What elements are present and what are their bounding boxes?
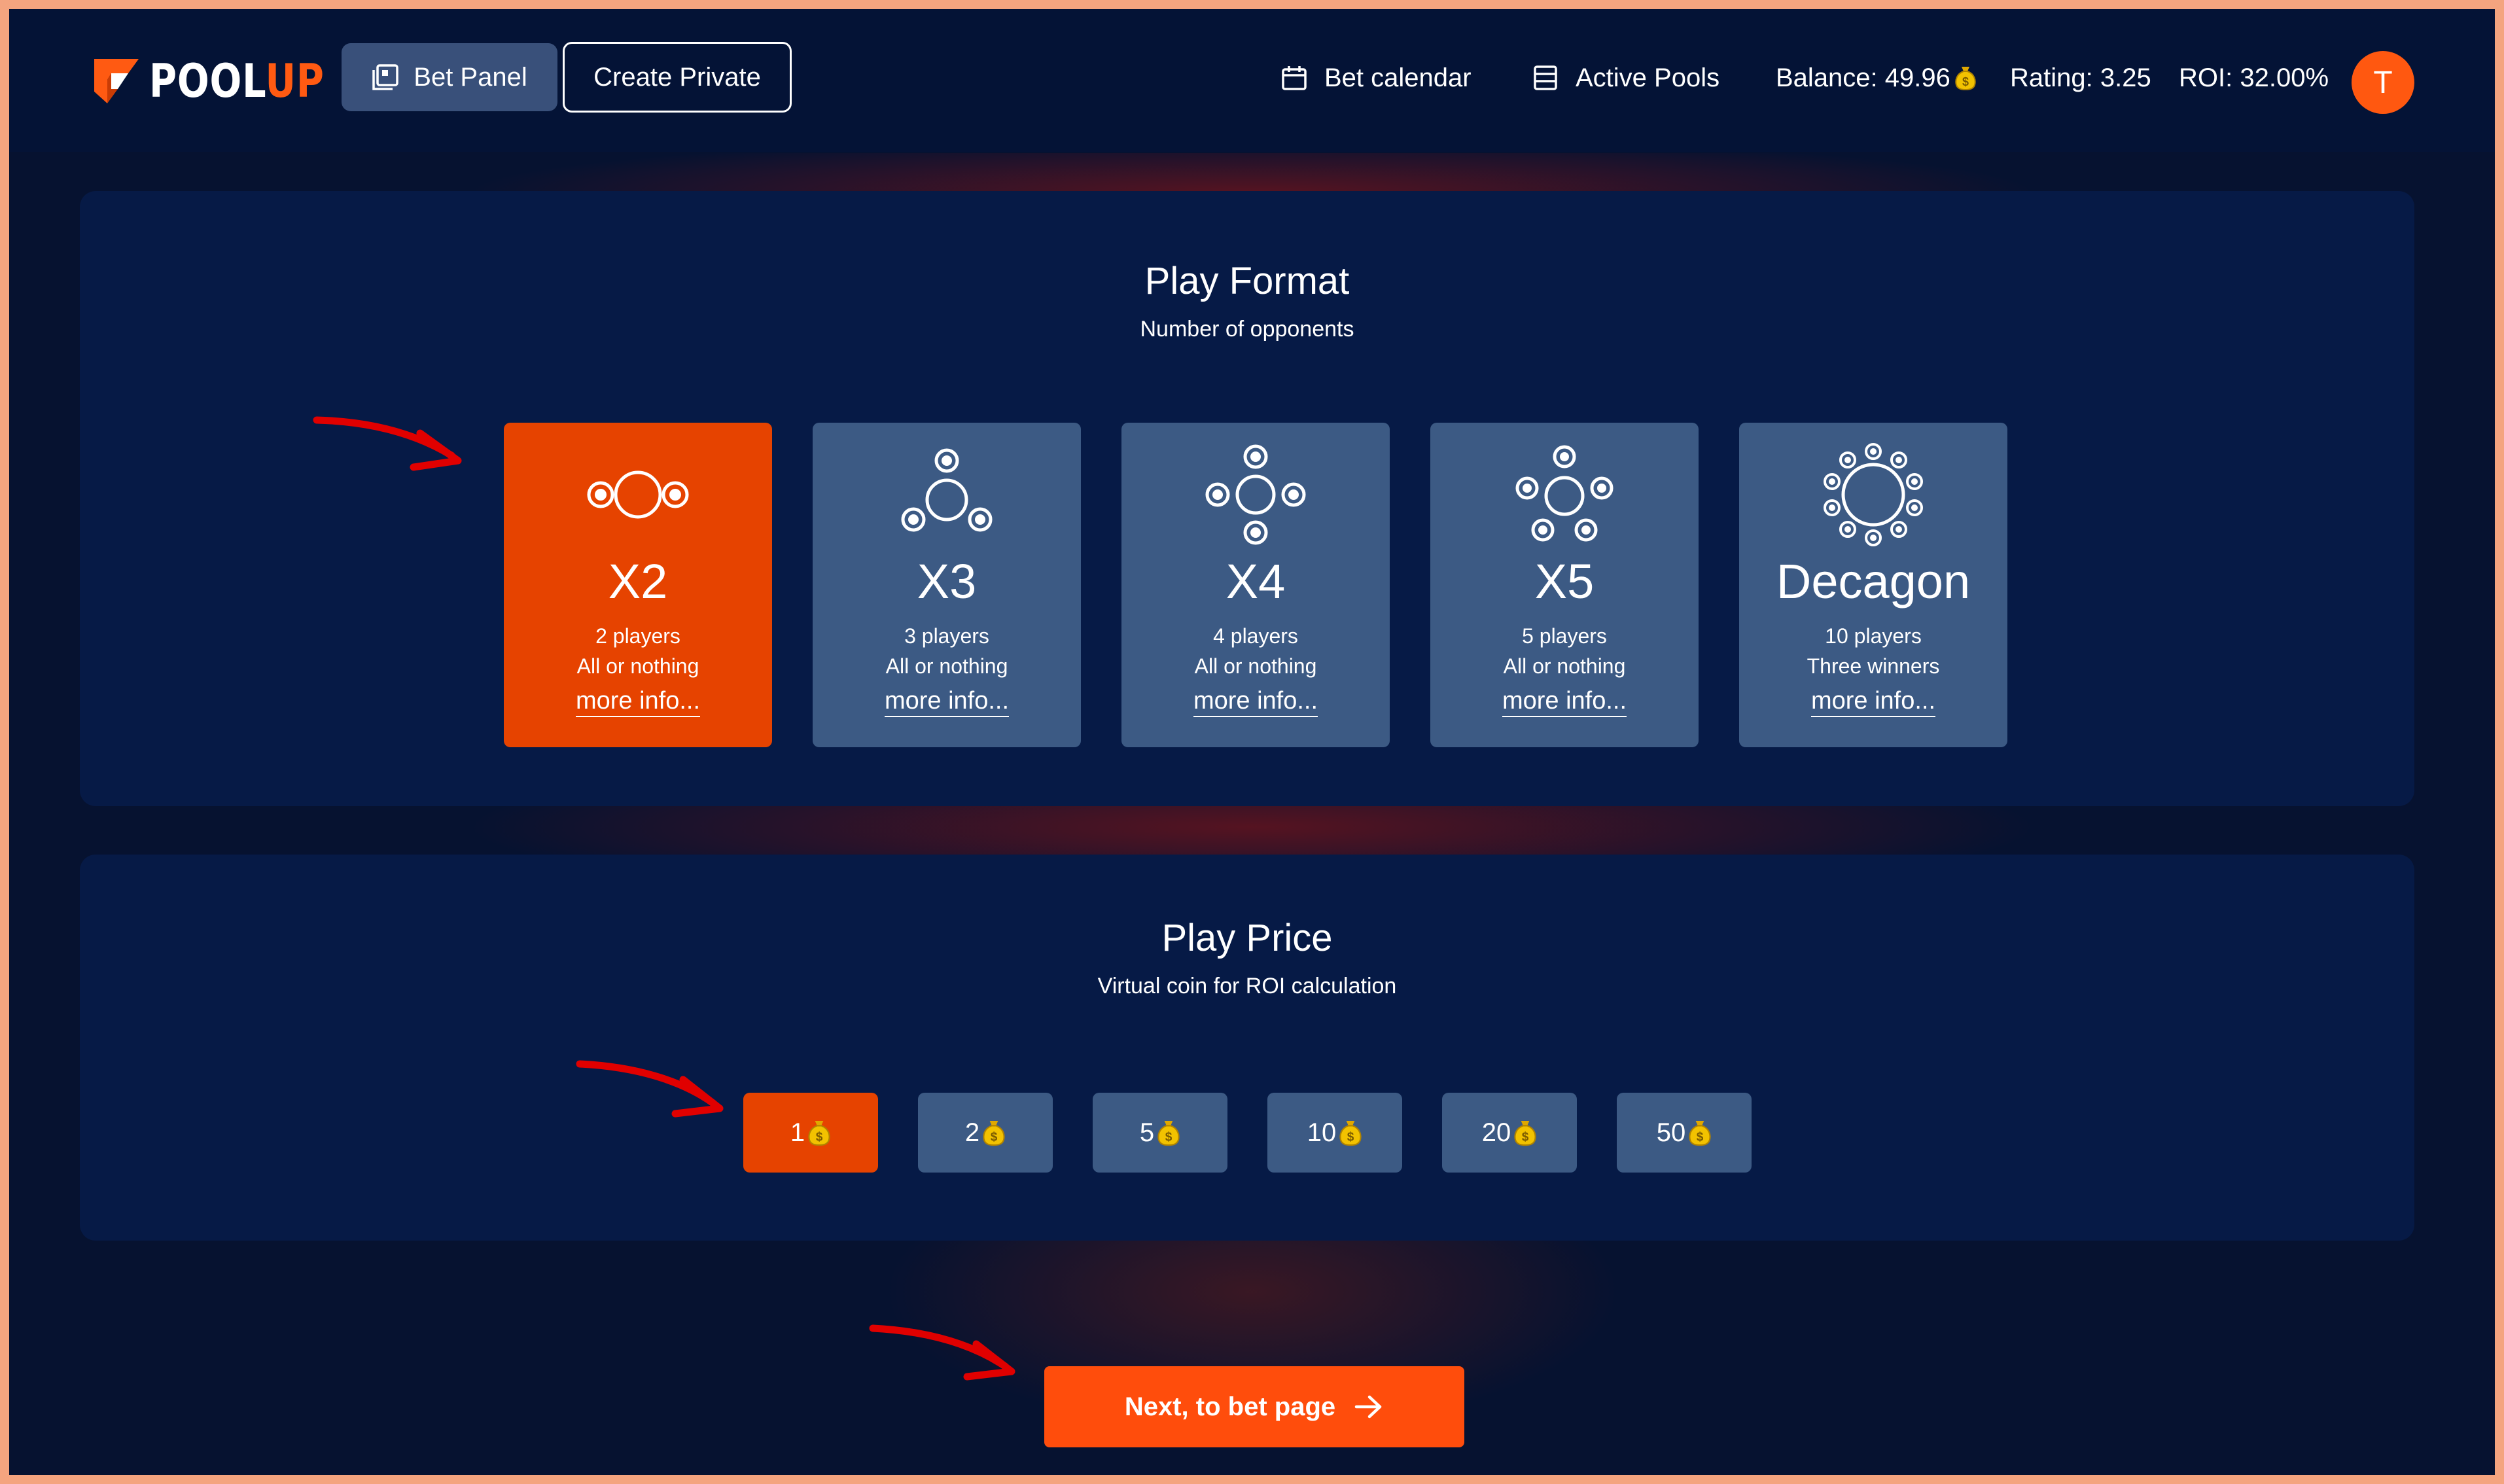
format-players: 2 players bbox=[595, 624, 680, 648]
price-option-50[interactable]: 50 $ bbox=[1617, 1093, 1752, 1173]
rating-display: Rating: 3.25 bbox=[2010, 62, 2151, 94]
five-seats-icon bbox=[1515, 445, 1613, 542]
active-pools-link[interactable]: Active Pools bbox=[1532, 62, 1719, 94]
logo-mark-icon bbox=[94, 59, 139, 103]
balance-display: Balance: 49.96 $ bbox=[1776, 62, 1977, 94]
create-private-button[interactable]: Create Private bbox=[563, 42, 792, 113]
play-price-subtitle: Virtual coin for ROI calculation bbox=[1097, 974, 1397, 998]
format-rule: All or nothing bbox=[576, 654, 699, 678]
svg-text:$: $ bbox=[1697, 1131, 1704, 1144]
panel-icon bbox=[372, 64, 399, 90]
format-players: 5 players bbox=[1522, 624, 1607, 648]
annotation-arrow-icon bbox=[313, 416, 462, 471]
format-card-x2[interactable]: X2 2 players All or nothing more info... bbox=[504, 423, 772, 747]
price-value: 1 bbox=[790, 1118, 805, 1147]
more-info-link[interactable]: more info... bbox=[884, 687, 1010, 717]
format-name: X4 bbox=[1226, 554, 1286, 609]
play-price-title: Play Price bbox=[1161, 917, 1333, 959]
format-card-decagon[interactable]: Decagon 10 players Three winners more in… bbox=[1739, 423, 2007, 747]
more-info-link[interactable]: more info... bbox=[575, 687, 701, 717]
arrow-right-icon bbox=[1354, 1395, 1382, 1419]
price-option-20[interactable]: 20 $ bbox=[1442, 1093, 1577, 1173]
roi-display: ROI: 32.00% bbox=[2179, 62, 2329, 94]
avatar[interactable]: T bbox=[2352, 51, 2414, 114]
format-rule: All or nothing bbox=[885, 654, 1008, 678]
price-option-5[interactable]: 5 $ bbox=[1093, 1093, 1227, 1173]
svg-text:$: $ bbox=[991, 1131, 998, 1144]
more-info-link[interactable]: more info... bbox=[1810, 687, 1936, 717]
coin-bag-icon: $ bbox=[983, 1121, 1005, 1146]
price-value: 10 bbox=[1307, 1118, 1337, 1147]
two-seats-icon bbox=[587, 470, 689, 519]
play-format-title: Play Format bbox=[1144, 260, 1350, 302]
calendar-icon bbox=[1282, 66, 1307, 90]
price-value: 20 bbox=[1481, 1118, 1511, 1147]
format-card-x3[interactable]: X3 3 players All or nothing more info... bbox=[813, 423, 1081, 747]
annotation-arrow-icon bbox=[869, 1324, 1015, 1381]
svg-text:$: $ bbox=[1165, 1131, 1173, 1144]
more-info-link[interactable]: more info... bbox=[1193, 687, 1318, 717]
format-name: Decagon bbox=[1776, 554, 1971, 609]
price-option-2[interactable]: 2 $ bbox=[918, 1093, 1053, 1173]
coin-bag-icon: $ bbox=[1689, 1121, 1711, 1146]
coin-bag-icon: $ bbox=[1157, 1121, 1180, 1146]
format-name: X3 bbox=[917, 554, 977, 609]
format-name: X5 bbox=[1534, 554, 1595, 609]
coin-bag-icon: $ bbox=[1955, 67, 1976, 91]
bet-panel-button[interactable]: Bet Panel bbox=[342, 43, 557, 111]
annotation-arrow-icon bbox=[576, 1060, 724, 1118]
svg-text:$: $ bbox=[1347, 1131, 1354, 1144]
coin-bag-icon: $ bbox=[1514, 1121, 1536, 1146]
format-players: 3 players bbox=[904, 624, 989, 648]
four-seats-icon bbox=[1205, 444, 1306, 545]
poolup-logo[interactable]: POOLUP bbox=[88, 54, 363, 108]
next-to-bet-page-button[interactable]: Next, to bet page bbox=[1044, 1366, 1464, 1447]
app-frame: POOLUP Bet Panel Create Private Bet cale… bbox=[9, 9, 2495, 1475]
bet-calendar-label: Bet calendar bbox=[1324, 63, 1472, 92]
svg-text:$: $ bbox=[1962, 75, 1969, 88]
play-price-panel: Play Price Virtual coin for ROI calculat… bbox=[80, 855, 2414, 1241]
coin-bag-icon: $ bbox=[1339, 1121, 1362, 1146]
balance-label: Balance: 49.96 bbox=[1776, 63, 1950, 92]
more-info-link[interactable]: more info... bbox=[1502, 687, 1627, 717]
format-players: 4 players bbox=[1213, 624, 1298, 648]
format-rule: All or nothing bbox=[1503, 654, 1626, 678]
price-value: 2 bbox=[964, 1118, 980, 1147]
top-navbar: POOLUP Bet Panel Create Private Bet cale… bbox=[9, 9, 2495, 152]
roi-label: ROI: 32.00% bbox=[2179, 63, 2329, 92]
bet-panel-label: Bet Panel bbox=[414, 62, 527, 92]
format-rule: Three winners bbox=[1807, 654, 1940, 678]
rating-label: Rating: 3.25 bbox=[2010, 63, 2151, 92]
format-card-x5[interactable]: X5 5 players All or nothing more info... bbox=[1430, 423, 1699, 747]
list-icon bbox=[1534, 65, 1557, 90]
format-card-x4[interactable]: X4 4 players All or nothing more info... bbox=[1121, 423, 1390, 747]
ten-seats-icon bbox=[1824, 443, 1923, 546]
coin-bag-icon: $ bbox=[808, 1121, 830, 1146]
avatar-initial: T bbox=[2373, 65, 2393, 100]
logo-wordmark: POOLUP bbox=[149, 54, 325, 108]
price-value: 50 bbox=[1656, 1118, 1686, 1147]
svg-text:$: $ bbox=[1522, 1131, 1529, 1144]
format-rule: All or nothing bbox=[1194, 654, 1317, 678]
next-button-label: Next, to bet page bbox=[1124, 1392, 1336, 1421]
play-format-panel: Play Format Number of opponents X2 2 pla… bbox=[80, 191, 2414, 806]
active-pools-label: Active Pools bbox=[1576, 63, 1720, 92]
create-private-label: Create Private bbox=[593, 62, 761, 92]
bet-calendar-link[interactable]: Bet calendar bbox=[1281, 62, 1472, 94]
svg-text:$: $ bbox=[816, 1131, 823, 1144]
format-players: 10 players bbox=[1825, 624, 1922, 648]
format-name: X2 bbox=[608, 554, 668, 609]
play-format-subtitle: Number of opponents bbox=[1140, 317, 1354, 342]
price-value: 5 bbox=[1139, 1118, 1155, 1147]
three-seats-icon bbox=[901, 448, 993, 532]
price-option-10[interactable]: 10 $ bbox=[1267, 1093, 1402, 1173]
price-option-1[interactable]: 1 $ bbox=[743, 1093, 878, 1173]
